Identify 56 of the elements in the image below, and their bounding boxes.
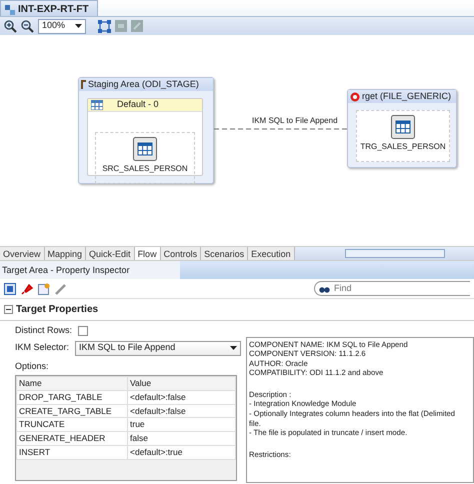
fit-to-window-icon[interactable] [98, 20, 111, 32]
binoculars-icon [319, 284, 330, 292]
select-icon[interactable] [4, 282, 16, 294]
column-header[interactable]: Name [16, 376, 128, 390]
table-cell: <default>:true [128, 445, 236, 459]
datastore-icon[interactable] [133, 137, 157, 161]
zoom-out-icon[interactable] [21, 20, 34, 32]
options-label: Options: [15, 360, 49, 373]
target-icon [350, 92, 360, 102]
table-cell: TRUNCATE [16, 418, 128, 432]
table-cell: true [128, 418, 236, 432]
distinct-rows-checkbox[interactable] [78, 326, 88, 336]
editor-page-tab[interactable]: Controls [160, 247, 202, 260]
flag-icon [81, 80, 86, 89]
target-area-title: rget (FILE_GENERIC) [362, 90, 452, 103]
table-cell: false [128, 432, 236, 446]
editor-page-tab[interactable]: Scenarios [201, 247, 248, 260]
connector-label: IKM SQL to File Append [252, 115, 338, 127]
section-title: Target Properties [16, 303, 98, 317]
staging-area-container[interactable]: Staging Area (ODI_STAGE) Default - 0 SRC_SALES_PERSON [78, 77, 214, 184]
editor-page-tab[interactable]: Execution [248, 247, 295, 260]
datastore-icon[interactable] [391, 115, 415, 139]
zoom-in-icon[interactable] [4, 20, 17, 32]
find-field[interactable]: Find [334, 282, 454, 296]
pin-icon[interactable] [21, 282, 33, 294]
mapping-icon [5, 4, 15, 14]
scrollbar-thumb[interactable] [344, 249, 445, 258]
table-cell: INSERT [16, 445, 128, 459]
table-cell: GENERATE_HEADER [16, 432, 128, 446]
table-icon [91, 100, 103, 110]
editor-page-tab[interactable]: Overview [0, 247, 45, 260]
ikm-selector-label: IKM Selector: [15, 341, 70, 354]
table-cell: CREATE_TARG_TABLE [16, 404, 128, 418]
zoom-dropdown[interactable]: 100% [38, 18, 86, 34]
edit-icon[interactable] [38, 282, 50, 294]
datastore-label: SRC_SALES_PERSON [102, 163, 188, 175]
column-header[interactable]: Value [128, 376, 236, 390]
collapse-icon[interactable] [4, 305, 13, 314]
editor-page-tab[interactable]: Mapping [44, 247, 86, 260]
distinct-rows-label: Distinct Rows: [15, 324, 72, 337]
table-cell: <default>:false [128, 390, 236, 404]
caret-icon [75, 24, 82, 28]
ikm-selector-dropdown[interactable]: IKM SQL to File Append [75, 340, 242, 356]
datastore-label: TRG_SALES_PERSON [360, 141, 446, 153]
target-area-container[interactable]: rget (FILE_GENERIC) TRG_SALES_PERSON [347, 89, 457, 168]
editor-tab[interactable]: INT-EXP-RT-FT [0, 0, 98, 16]
staging-area-title: Staging Area (ODI_STAGE) [88, 78, 199, 91]
editor-page-tab[interactable]: Quick-Edit [86, 247, 135, 260]
table-cell: DROP_TARG_TABLE [16, 390, 128, 404]
caret-icon [230, 346, 238, 350]
table-cell: <default>:false [128, 404, 236, 418]
editor-page-tab[interactable]: Flow [134, 247, 161, 260]
pencil-icon[interactable] [55, 282, 67, 294]
search-box[interactable]: Find [314, 281, 470, 296]
panel-title-tab[interactable]: Target Area - Property Inspector [0, 261, 180, 279]
group-title: Default - 0 [117, 98, 159, 112]
